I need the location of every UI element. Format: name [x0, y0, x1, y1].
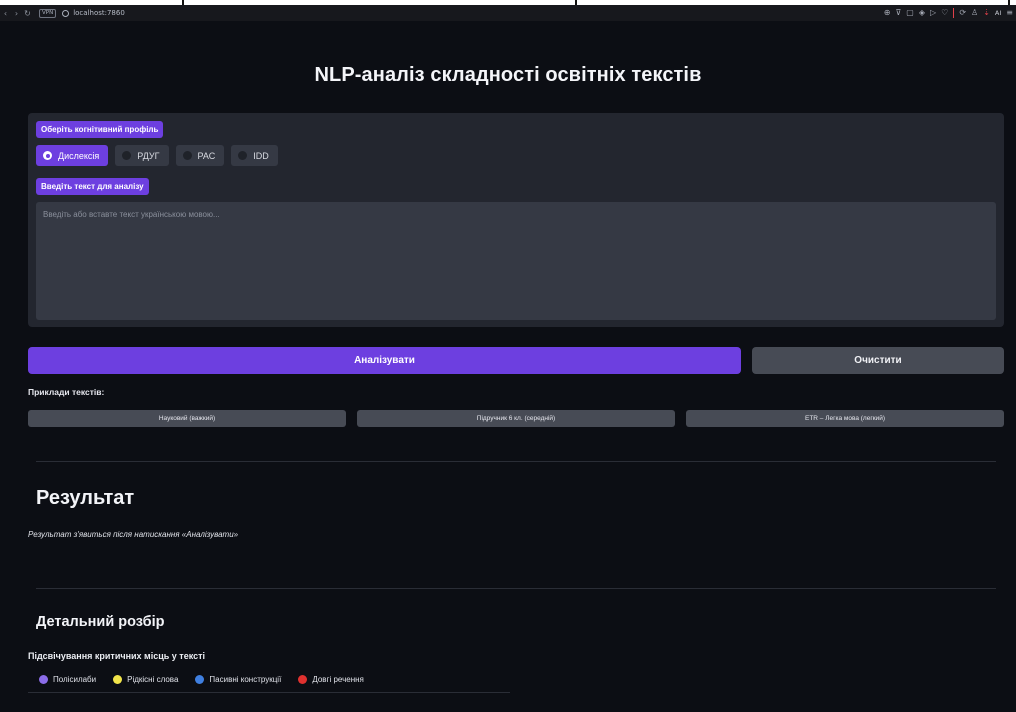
legend-dot-icon: [195, 675, 205, 684]
globe-icon: [62, 9, 70, 17]
legend-item-polysyllables: Полісилаби: [39, 675, 96, 684]
example-easy-language-button[interactable]: ETR – Легка мова (легкий): [686, 410, 1004, 427]
pin-icon[interactable]: ⊽: [895, 9, 901, 17]
text-input[interactable]: [36, 202, 996, 320]
radio-label: РАС: [197, 150, 216, 161]
play-icon[interactable]: ▷: [930, 9, 936, 17]
radio-indicator-icon: [238, 151, 248, 160]
ai-assistant-icon[interactable]: AI: [995, 9, 1001, 17]
radio-label: РДУГ: [137, 150, 160, 161]
shield-icon[interactable]: ◈: [919, 9, 925, 17]
radio-label: IDD: [253, 150, 269, 161]
address-bar-url[interactable]: localhost:7860: [73, 9, 125, 17]
legend-divider: [28, 692, 510, 693]
result-heading: Результат: [36, 487, 135, 509]
legend-item-passive: Пасивні конструкції: [195, 675, 281, 684]
legend-label: Полісилаби: [53, 675, 97, 684]
details-heading: Детальний розбір: [36, 614, 165, 630]
zoom-icon[interactable]: ⊕: [884, 9, 891, 17]
heart-icon[interactable]: ♡: [941, 9, 948, 17]
profile-label: Оберіть когнітивний профіль: [36, 121, 164, 138]
account-icon[interactable]: ♙: [971, 9, 978, 17]
legend-label: Пасивні конструкції: [209, 675, 282, 684]
profile-radio-group: Дислексія РДУГ РАС IDD: [36, 145, 278, 166]
legend-dot-icon: [39, 675, 48, 684]
download-icon[interactable]: ⇣: [983, 9, 990, 17]
highlight-label: Підсвічування критичних місць у тексті: [28, 651, 205, 661]
radio-label: Дислексія: [58, 150, 100, 161]
reload-icon[interactable]: ↻: [22, 9, 33, 18]
sync-icon[interactable]: ⟳: [959, 9, 966, 17]
text-input-label: Введіть текст для аналізу: [36, 178, 149, 195]
legend-item-long-sentences: Довгі речення: [298, 675, 364, 684]
legend-label: Рідкісні слова: [127, 675, 179, 684]
page-title: NLP-аналіз складності освітніх текстів: [314, 64, 702, 86]
radio-indicator-icon: [122, 151, 132, 160]
analyze-button[interactable]: Аналізувати: [28, 347, 741, 374]
radio-idd[interactable]: IDD: [231, 145, 278, 166]
example-textbook-button[interactable]: Підручник 6 кл. (середній): [357, 410, 675, 427]
radio-indicator-icon: [43, 151, 52, 160]
result-placeholder-text: Результат з'явиться після натискання «Ан…: [28, 530, 239, 539]
toolbar-separator: [953, 8, 955, 18]
radio-adhd[interactable]: РДУГ: [115, 145, 169, 166]
forward-icon[interactable]: ›: [11, 9, 22, 18]
radio-asd[interactable]: РАС: [175, 145, 225, 166]
browser-toolbar: ‹ › ↻ VPN localhost:7860 ⊕ ⊽ ▢ ◈ ▷ ♡ ⟳ ♙…: [0, 5, 1016, 21]
legend-item-rare-words: Рідкісні слова: [113, 675, 178, 684]
browser-extensions: ⊕ ⊽ ▢ ◈ ▷ ♡ ⟳ ♙ ⇣ AI ≡: [884, 8, 1016, 18]
input-panel: Оберіть когнітивний профіль Дислексія РД…: [28, 113, 1004, 327]
example-scientific-button[interactable]: Науковий (важкий): [28, 410, 346, 427]
examples-label: Приклади текстів:: [28, 387, 105, 397]
vpn-badge[interactable]: VPN: [39, 8, 57, 18]
legend-dot-icon: [298, 675, 308, 684]
section-divider: [36, 588, 996, 589]
legend-dot-icon: [113, 675, 123, 684]
back-icon[interactable]: ‹: [0, 9, 11, 18]
menu-icon[interactable]: ≡: [1006, 9, 1013, 17]
radio-indicator-icon: [182, 151, 192, 160]
radio-dyslexia[interactable]: Дислексія: [36, 145, 109, 166]
screenshot-icon[interactable]: ▢: [906, 9, 914, 17]
clear-button[interactable]: Очистити: [752, 347, 1004, 374]
highlight-legend: Полісилаби Рідкісні слова Пасивні констр…: [39, 675, 381, 684]
section-divider: [36, 461, 996, 462]
legend-label: Довгі речення: [312, 675, 364, 684]
